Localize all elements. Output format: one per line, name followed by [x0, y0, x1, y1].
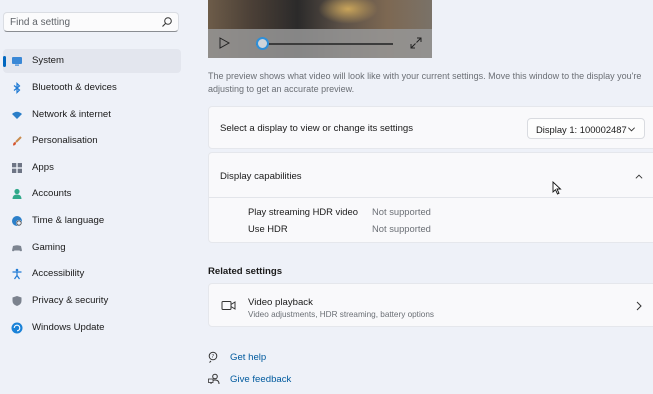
fullscreen-icon[interactable] — [410, 37, 422, 49]
help-icon: ? — [208, 351, 218, 363]
feedback-icon — [208, 373, 220, 385]
sidebar-item-privacy[interactable]: Privacy & security — [3, 289, 181, 313]
main-content: The preview shows what video will look l… — [190, 0, 653, 394]
display-capabilities-card: Display capabilities Play streaming HDR … — [208, 152, 653, 243]
sidebar-item-personalisation[interactable]: Personalisation — [3, 129, 181, 153]
search-icon[interactable] — [161, 16, 173, 28]
sidebar-item-label: Windows Update — [32, 322, 105, 333]
video-seek-thumb[interactable] — [256, 37, 270, 50]
gamepad-icon — [12, 245, 22, 252]
video-frame — [318, 0, 378, 24]
sidebar-item-label: Privacy & security — [32, 295, 109, 306]
capability-name: Play streaming HDR video — [248, 206, 358, 217]
apps-icon — [12, 163, 22, 173]
display-dropdown[interactable]: Display 1: 100002487 — [527, 118, 645, 139]
preview-description: The preview shows what video will look l… — [208, 71, 642, 94]
divider — [209, 197, 653, 198]
sidebar-item-gaming[interactable]: Gaming — [3, 236, 181, 260]
video-camera-icon — [221, 301, 236, 310]
sidebar-item-system[interactable]: System — [3, 49, 181, 73]
sidebar-item-label: Network & internet — [32, 109, 111, 120]
sidebar-item-label: Accounts — [32, 188, 72, 199]
play-icon[interactable] — [218, 37, 230, 49]
update-icon — [11, 322, 23, 334]
selection-indicator — [3, 56, 6, 67]
sidebar-item-label: Gaming — [32, 242, 66, 253]
shield-icon — [12, 296, 22, 306]
sidebar-item-label: Accessibility — [32, 268, 85, 279]
search-input[interactable] — [10, 15, 150, 29]
sidebar-item-label: Personalisation — [32, 135, 98, 146]
video-playback-subtitle: Video adjustments, HDR streaming, batter… — [248, 310, 434, 319]
display-dropdown-value: Display 1: 100002487 — [536, 124, 627, 135]
chevron-down-icon — [628, 127, 635, 132]
sidebar-item-label: Apps — [32, 162, 54, 173]
globe-clock-icon — [12, 216, 22, 226]
capabilities-header[interactable]: Display capabilities — [220, 171, 302, 182]
svg-text:?: ? — [212, 354, 215, 360]
get-help-link[interactable]: Get help — [230, 352, 266, 363]
sidebar-item-accessibility[interactable]: Accessibility — [3, 262, 181, 286]
bluetooth-icon — [13, 82, 21, 94]
chevron-right-icon — [636, 301, 642, 311]
mouse-cursor-icon — [552, 181, 562, 195]
wifi-icon — [12, 111, 22, 119]
sidebar-item-time-language[interactable]: Time & language — [3, 209, 181, 233]
sidebar: System Bluetooth & devices Network & int… — [0, 0, 190, 394]
sidebar-item-windows-update[interactable]: Windows Update — [3, 316, 181, 340]
video-seek-track[interactable] — [256, 43, 393, 45]
accessibility-icon — [12, 268, 22, 280]
sidebar-item-bluetooth[interactable]: Bluetooth & devices — [3, 76, 181, 100]
monitor-icon — [12, 57, 22, 66]
person-icon — [12, 188, 22, 199]
chevron-up-icon[interactable] — [634, 172, 644, 181]
capability-name: Use HDR — [248, 223, 288, 234]
give-feedback-link[interactable]: Give feedback — [230, 374, 291, 385]
sidebar-item-label: System — [32, 55, 64, 66]
sidebar-item-apps[interactable]: Apps — [3, 156, 181, 180]
sidebar-item-label: Bluetooth & devices — [32, 82, 117, 93]
capability-value: Not supported — [372, 206, 431, 217]
paintbrush-icon — [13, 136, 22, 146]
sidebar-item-accounts[interactable]: Accounts — [3, 182, 181, 206]
video-playback-card[interactable]: Video playback Video adjustments, HDR st… — [208, 283, 653, 327]
capability-value: Not supported — [372, 223, 431, 234]
video-playback-title: Video playback — [248, 297, 313, 308]
search-box[interactable] — [3, 12, 179, 32]
display-select-card: Select a display to view or change its s… — [208, 106, 653, 149]
sidebar-item-network[interactable]: Network & internet — [3, 103, 181, 127]
display-select-label: Select a display to view or change its s… — [220, 123, 414, 134]
sidebar-item-label: Time & language — [32, 215, 105, 226]
video-controls — [208, 29, 432, 58]
related-settings-title: Related settings — [208, 266, 283, 277]
video-preview — [208, 0, 432, 58]
